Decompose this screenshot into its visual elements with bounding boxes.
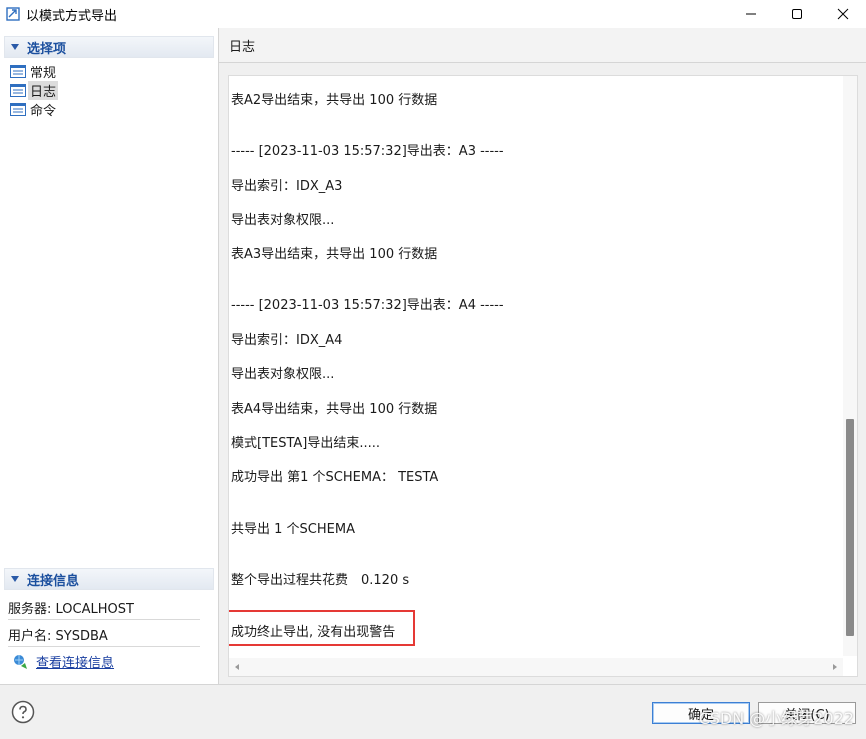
- sidebar-item-label: 常规: [30, 65, 57, 81]
- help-icon[interactable]: [11, 700, 35, 724]
- connection-section-title: 连接信息: [27, 573, 80, 589]
- connection-info-icon: [14, 654, 27, 669]
- log-line: 成功导出 第1 个SCHEMA： TESTA: [231, 470, 439, 485]
- export-app-icon: [6, 7, 20, 21]
- panel-header: 日志: [219, 28, 866, 63]
- view-connection-link[interactable]: 查看连接信息: [12, 652, 114, 671]
- log-line: 导出索引：IDX_A4: [231, 333, 343, 348]
- minimize-button[interactable]: [728, 0, 774, 28]
- options-section-title: 选择项: [27, 41, 67, 57]
- log-line: ----- [2023-11-03 15:57:32]导出表：A3 -----: [231, 144, 504, 159]
- log-line: 表A3导出结束，共导出 100 行数据: [231, 247, 438, 262]
- log-line: 导出表对象权限...: [231, 213, 335, 228]
- connection-section-header[interactable]: 连接信息: [4, 568, 214, 590]
- dialog-button-bar: 确定 关闭(C) CSDN @小绿芽2022: [0, 684, 866, 739]
- window-title: 以模式方式导出: [26, 8, 118, 24]
- close-window-button[interactable]: [820, 0, 866, 28]
- server-info: 服务器: LOCALHOST: [8, 595, 200, 620]
- sidebar-item-command[interactable]: 命令: [10, 100, 58, 119]
- horizontal-scrollbar[interactable]: [229, 658, 843, 676]
- scroll-left-arrow-icon[interactable]: [235, 664, 239, 670]
- watermark: CSDN @小绿芽2022: [698, 709, 854, 728]
- sidebar-item-label: 日志: [28, 80, 59, 100]
- list-page-icon: [10, 83, 26, 97]
- log-line: ----- [2023-11-03 15:57:32]导出表：A4 -----: [231, 298, 504, 313]
- list-page-icon: [10, 64, 26, 78]
- vertical-scrollbar-thumb[interactable]: [846, 419, 854, 636]
- sidebar: 选择项 常规 日志 命令 连接信息 服务器: LOCALHOST 用户名: SY…: [0, 28, 219, 684]
- maximize-icon: [792, 9, 802, 19]
- log-line: 整个导出过程共花费 0.120 s: [231, 573, 410, 588]
- log-line: 模式[TESTA]导出结束.....: [231, 436, 381, 451]
- collapse-triangle-icon: [11, 44, 19, 50]
- log-line: 表A2导出结束，共导出 100 行数据: [231, 93, 438, 108]
- sidebar-item-general[interactable]: 常规: [10, 62, 58, 81]
- collapse-triangle-icon: [11, 576, 19, 582]
- success-highlight-box: [229, 610, 415, 646]
- options-section-header[interactable]: 选择项: [4, 36, 214, 58]
- log-line: 表A4导出结束，共导出 100 行数据: [231, 402, 438, 417]
- sidebar-item-label: 命令: [30, 103, 57, 119]
- log-line: 导出表对象权限...: [231, 367, 335, 382]
- user-info: 用户名: SYSDBA: [8, 622, 200, 647]
- vertical-scrollbar[interactable]: [843, 76, 857, 656]
- minimize-icon: [746, 13, 756, 15]
- log-text-area[interactable]: 表A2导出结束，共导出 100 行数据 ----- [2023-11-03 15…: [228, 75, 858, 677]
- title-bar: 以模式方式导出: [0, 0, 866, 28]
- list-page-icon: [10, 102, 26, 116]
- sidebar-item-log[interactable]: 日志: [10, 80, 59, 100]
- scroll-right-arrow-icon[interactable]: [833, 664, 837, 670]
- options-list: 常规 日志 命令: [10, 62, 59, 119]
- log-line: 共导出 1 个SCHEMA: [231, 522, 355, 537]
- maximize-button[interactable]: [774, 0, 820, 28]
- panel-title: 日志: [229, 39, 256, 55]
- close-icon: [837, 8, 849, 20]
- log-line: 导出索引：IDX_A3: [231, 179, 343, 194]
- view-connection-link-text: 查看连接信息: [36, 656, 115, 671]
